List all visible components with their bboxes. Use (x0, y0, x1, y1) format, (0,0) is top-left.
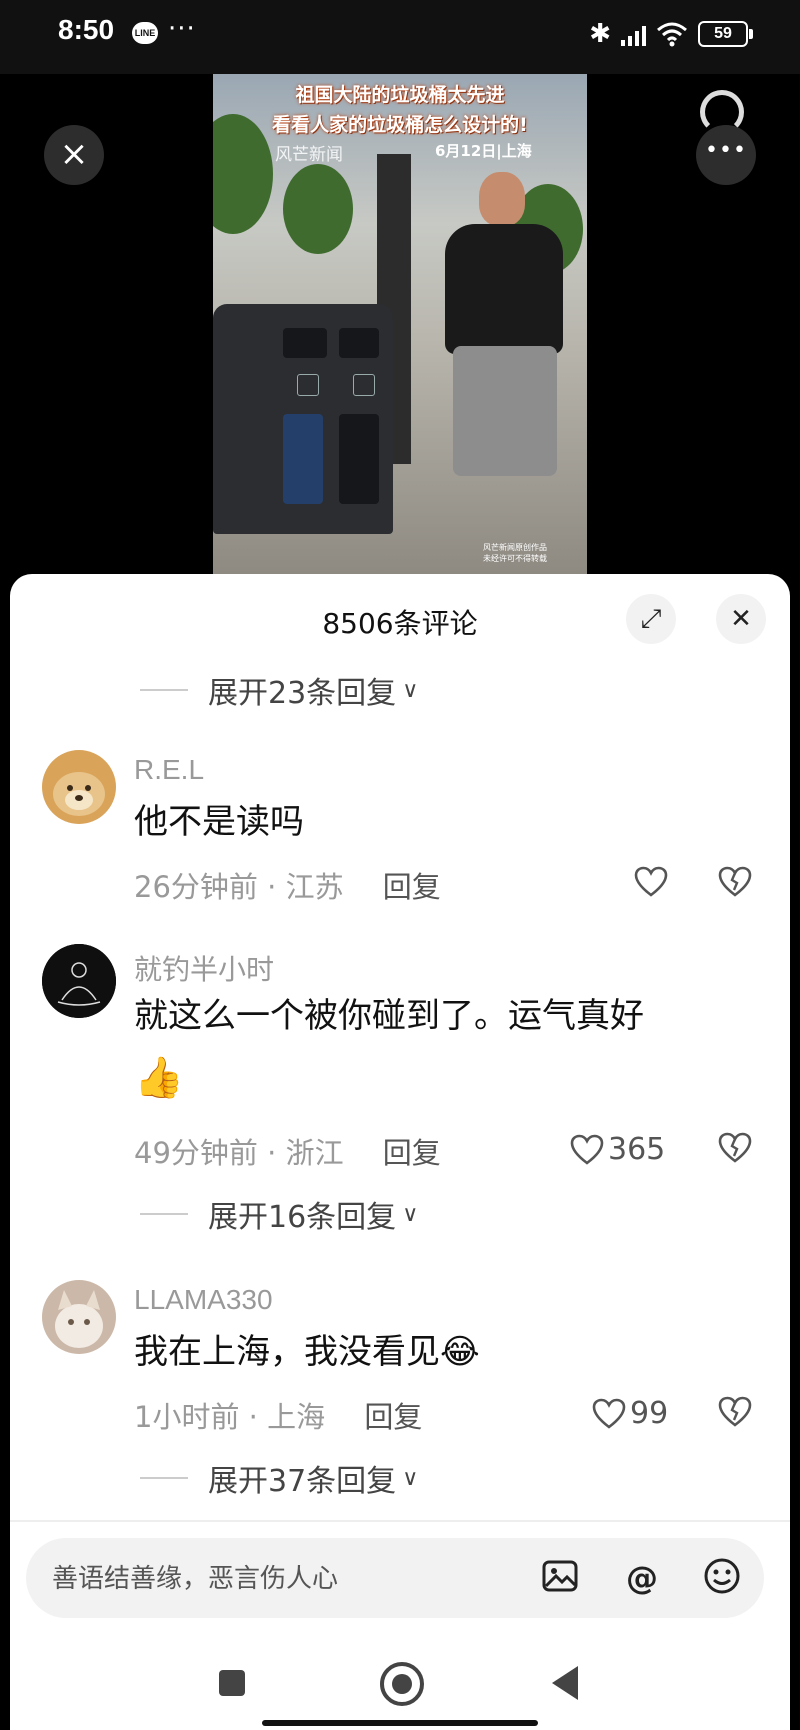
close-icon: ✕ (730, 604, 752, 634)
comment-meta: 1小时前 · 上海 回复 (134, 1400, 423, 1434)
like-button[interactable]: 99 (592, 1396, 668, 1431)
heart-icon (570, 1134, 604, 1165)
comment-meta: 49分钟前 · 浙江 回复 (134, 1136, 441, 1170)
more-options-button[interactable]: ••• (696, 125, 756, 185)
heart-icon (634, 866, 668, 897)
comment-input[interactable] (50, 1538, 494, 1620)
broken-heart-icon (718, 866, 752, 897)
close-video-button[interactable]: × (44, 125, 104, 185)
avatar[interactable] (42, 944, 116, 1018)
broken-heart-icon (718, 1396, 752, 1427)
like-button[interactable]: 365 (570, 1132, 665, 1167)
expand-replies-top[interactable]: 展开23条回复 ∨ (140, 668, 418, 712)
expand-sheet-button[interactable]: ⤢ (626, 594, 676, 644)
thumbs-up-emoji: 👍 (134, 1055, 184, 1101)
comment-username[interactable]: R.E.L (134, 754, 204, 786)
comment-time: 49分钟前 (134, 1136, 258, 1170)
status-bar: 8:50 LINE ··· ✱ 59 (0, 0, 800, 74)
chevron-down-icon: ∨ (402, 1201, 419, 1227)
signal-icon (621, 22, 646, 46)
comment-text: 我在上海，我没看见😂 (134, 1332, 480, 1372)
dislike-button[interactable] (718, 1396, 752, 1428)
home-button[interactable] (380, 1662, 424, 1706)
expand-icon: ⤢ (640, 604, 662, 634)
dislike-button[interactable] (718, 1132, 752, 1164)
video-watermark: 风芒新闻原创作品 未经许可不得转载 (483, 543, 547, 563)
back-button[interactable] (552, 1666, 578, 1700)
system-nav-bar (10, 1640, 790, 1730)
wifi-icon (657, 22, 687, 47)
like-count: 365 (608, 1132, 666, 1167)
avatar[interactable] (42, 750, 116, 824)
comment-username[interactable]: 就钓半小时 (134, 948, 274, 988)
trash-bin (213, 304, 393, 534)
reply-button[interactable]: 回复 (383, 1136, 441, 1170)
comment-text: 就这么一个被你碰到了。运气真好 (134, 996, 644, 1036)
emoji-icon[interactable] (700, 1556, 744, 1600)
video-date-location: 6月12日|上海 (435, 142, 532, 160)
person (479, 172, 525, 226)
reply-button[interactable]: 回复 (364, 1400, 422, 1434)
comment-meta: 26分钟前 · 江苏 回复 (134, 870, 441, 904)
battery-icon: 59 (698, 21, 753, 47)
image-icon[interactable] (538, 1556, 582, 1600)
comment-text: 他不是读吗 (134, 802, 304, 842)
comment-username[interactable]: LLAMA330 (134, 1284, 273, 1316)
dislike-button[interactable] (718, 866, 752, 898)
video-frame[interactable]: 祖国大陆的垃圾桶太先进 看看人家的垃圾桶怎么设计的! 风芒新闻 6月12日|上海… (213, 74, 587, 574)
avatar[interactable] (42, 1280, 116, 1354)
comment-time: 1小时前 (134, 1400, 240, 1434)
like-button[interactable] (634, 866, 672, 898)
at-icon[interactable]: @ (620, 1556, 664, 1600)
chevron-down-icon: ∨ (402, 677, 419, 703)
video-source-logo: 风芒新闻 (275, 145, 343, 165)
comment-location: 浙江 (285, 1136, 344, 1170)
bluetooth-icon: ✱ (589, 19, 611, 49)
expand-replies[interactable]: 展开37条回复 ∨ (140, 1456, 418, 1500)
divider (10, 1520, 790, 1522)
video-caption-line2: 看看人家的垃圾桶怎么设计的! (272, 114, 528, 136)
comment-location: 江苏 (285, 870, 344, 904)
line-app-icon: LINE (132, 22, 158, 44)
heart-icon (592, 1398, 626, 1429)
close-comments-button[interactable]: ✕ (716, 594, 766, 644)
video-player[interactable]: 祖国大陆的垃圾桶太先进 看看人家的垃圾桶怎么设计的! 风芒新闻 6月12日|上海… (0, 74, 800, 574)
status-more-icon: ··· (168, 14, 196, 44)
comment-location: 上海 (267, 1400, 326, 1434)
comment-input-bar: @ (26, 1538, 764, 1620)
chevron-down-icon: ∨ (402, 1465, 419, 1491)
gesture-bar (262, 1720, 538, 1726)
like-count: 99 (630, 1396, 669, 1431)
expand-replies[interactable]: 展开16条回复 ∨ (140, 1192, 418, 1236)
broken-heart-icon (718, 1132, 752, 1163)
reply-button[interactable]: 回复 (383, 870, 441, 904)
status-time: 8:50 (58, 14, 115, 45)
video-caption-line1: 祖国大陆的垃圾桶太先进 (295, 84, 505, 106)
comment-time: 26分钟前 (134, 870, 258, 904)
recent-apps-button[interactable] (219, 1670, 245, 1696)
